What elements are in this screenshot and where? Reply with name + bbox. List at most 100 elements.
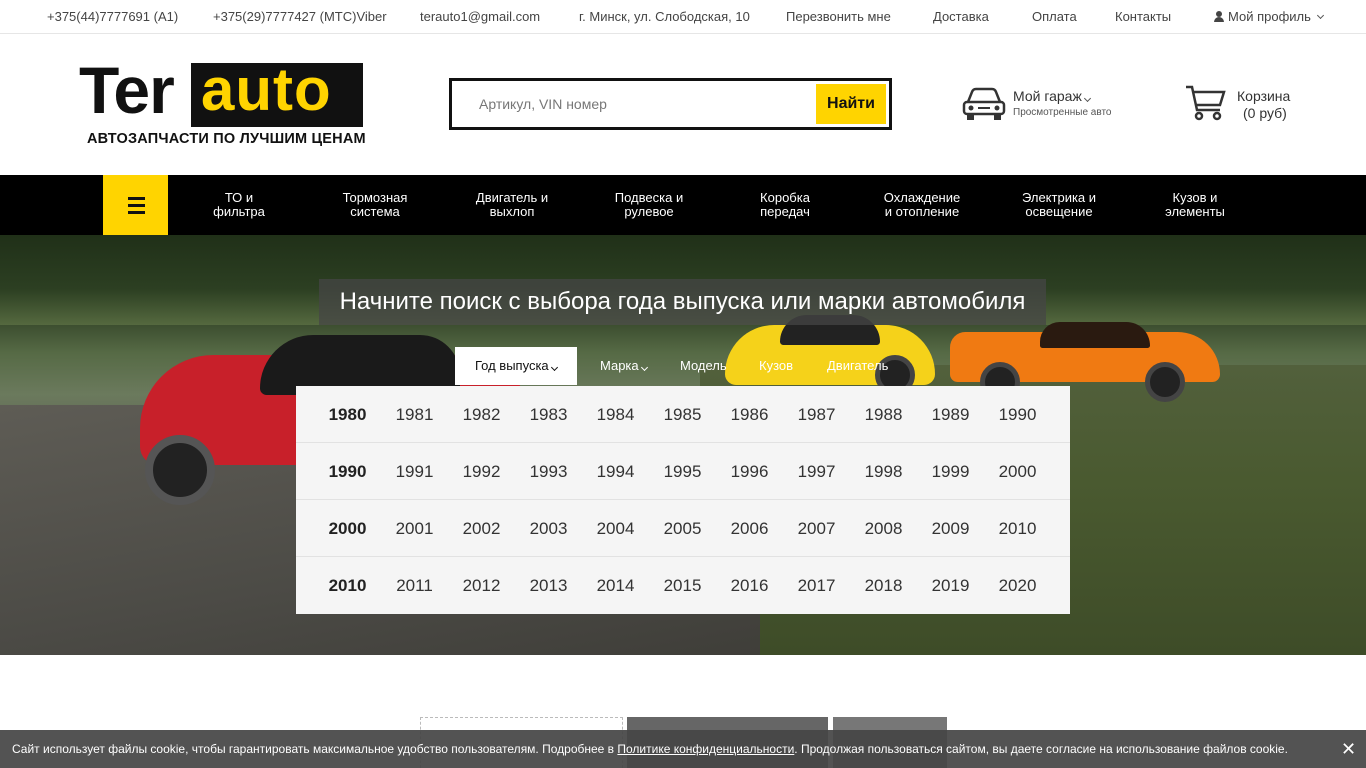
year-option[interactable]: 1993 xyxy=(515,443,582,500)
year-option[interactable]: 2013 xyxy=(515,557,582,614)
year-option[interactable]: 2004 xyxy=(582,500,649,557)
year-option[interactable]: 1981 xyxy=(381,386,448,443)
nav-item-electrics[interactable]: Электрика и освещение xyxy=(1007,191,1111,219)
nav-item-suspension[interactable]: Подвеска и рулевое xyxy=(599,191,699,219)
year-row: 1990 1991 1992 1993 1994 1995 1996 1997 … xyxy=(296,443,1070,500)
year-option[interactable]: 1994 xyxy=(582,443,649,500)
orange-car-image xyxy=(950,317,1220,402)
payment-link[interactable]: Оплата xyxy=(1032,9,1077,24)
decade-label[interactable]: 2000 xyxy=(314,500,381,557)
nav-item-maintenance[interactable]: ТО и фильтра xyxy=(194,191,284,219)
site-logo[interactable]: Ter auto АВТОЗАПЧАСТИ ПО ЛУЧШИМ ЦЕНАМ xyxy=(79,57,366,149)
year-option[interactable]: 1989 xyxy=(917,386,984,443)
year-option[interactable]: 1986 xyxy=(716,386,783,443)
search-button[interactable]: Найти xyxy=(816,84,886,124)
year-option[interactable]: 2007 xyxy=(783,500,850,557)
red-car-wheel xyxy=(145,435,215,505)
user-icon xyxy=(1214,11,1224,22)
year-option[interactable]: 1990 xyxy=(984,386,1051,443)
year-option[interactable]: 1985 xyxy=(649,386,716,443)
cookie-text: Сайт использует файлы cookie, чтобы гара… xyxy=(12,742,618,756)
hero-title: Начните поиск с выбора года выпуска или … xyxy=(319,279,1046,325)
decade-label[interactable]: 1980 xyxy=(314,386,381,443)
privacy-policy-link[interactable]: Политике конфиденциальности xyxy=(617,742,794,756)
year-option[interactable]: 1997 xyxy=(783,443,850,500)
year-option[interactable]: 1991 xyxy=(381,443,448,500)
hamburger-icon-line xyxy=(128,204,145,207)
nav-item-cooling[interactable]: Охлаждение и отопление xyxy=(870,191,974,219)
chevron-down-icon xyxy=(1316,11,1324,19)
year-option[interactable]: 1982 xyxy=(448,386,515,443)
orange-car-wheel xyxy=(1145,362,1185,402)
hamburger-icon-line xyxy=(128,211,145,214)
year-option[interactable]: 2005 xyxy=(649,500,716,557)
year-option[interactable]: 2011 xyxy=(381,557,448,614)
nav-item-gearbox[interactable]: Коробка передач xyxy=(740,191,830,219)
year-option[interactable]: 1988 xyxy=(850,386,917,443)
contacts-link[interactable]: Контакты xyxy=(1115,9,1171,24)
chevron-down-icon xyxy=(550,363,558,372)
email-link[interactable]: terauto1@gmail.com xyxy=(420,9,540,24)
tab-year[interactable]: Год выпуска xyxy=(455,347,577,385)
car-icon xyxy=(962,87,1006,120)
year-option[interactable]: 2014 xyxy=(582,557,649,614)
nav-item-body[interactable]: Кузов и элементы xyxy=(1150,191,1240,219)
year-option[interactable]: 1999 xyxy=(917,443,984,500)
year-option[interactable]: 2009 xyxy=(917,500,984,557)
cart-icon xyxy=(1186,85,1226,121)
phone-a1-link[interactable]: +375(44)7777691 (A1) xyxy=(47,9,178,24)
nav-item-engine[interactable]: Двигатель и выхлоп xyxy=(462,191,562,219)
year-option[interactable]: 2008 xyxy=(850,500,917,557)
year-option[interactable]: 1998 xyxy=(850,443,917,500)
year-option[interactable]: 2001 xyxy=(381,500,448,557)
year-option[interactable]: 1996 xyxy=(716,443,783,500)
phone-mts-link[interactable]: +375(29)7777427 (МТС)Viber xyxy=(213,9,387,24)
chevron-down-icon xyxy=(1083,94,1091,103)
cookie-banner: Сайт использует файлы cookie, чтобы гара… xyxy=(0,730,1366,768)
year-option[interactable]: 2017 xyxy=(783,557,850,614)
cart[interactable]: Корзина (0 руб) xyxy=(1184,84,1314,124)
search-input[interactable] xyxy=(452,81,812,127)
tab-model[interactable]: Модель xyxy=(680,347,727,385)
menu-button[interactable] xyxy=(103,175,168,235)
logo-auto: auto xyxy=(201,56,332,123)
decade-label[interactable]: 1990 xyxy=(314,443,381,500)
year-option[interactable]: 2018 xyxy=(850,557,917,614)
tab-body[interactable]: Кузов xyxy=(759,347,793,385)
orange-car-window xyxy=(1040,322,1150,348)
year-option[interactable]: 2000 xyxy=(984,443,1051,500)
cart-title: Корзина xyxy=(1237,88,1291,104)
year-option[interactable]: 2002 xyxy=(448,500,515,557)
year-option[interactable]: 2016 xyxy=(716,557,783,614)
year-option[interactable]: 1984 xyxy=(582,386,649,443)
delivery-link[interactable]: Доставка xyxy=(933,9,989,24)
callback-link[interactable]: Перезвонить мне xyxy=(786,9,891,24)
year-option[interactable]: 2003 xyxy=(515,500,582,557)
hero-banner: Начните поиск с выбора года выпуска или … xyxy=(0,235,1366,655)
year-option[interactable]: 1983 xyxy=(515,386,582,443)
garage-subtitle: Просмотренные авто xyxy=(1013,107,1112,118)
year-option[interactable]: 2010 xyxy=(984,500,1051,557)
profile-menu[interactable]: Мой профиль xyxy=(1214,9,1324,24)
logo-ter: Ter xyxy=(79,53,175,127)
close-icon[interactable]: ✕ xyxy=(1341,730,1356,768)
year-option[interactable]: 1995 xyxy=(649,443,716,500)
search-bar: Найти xyxy=(449,78,892,130)
year-option[interactable]: 2019 xyxy=(917,557,984,614)
year-row: 2010 2011 2012 2013 2014 2015 2016 2017 … xyxy=(296,557,1070,614)
year-row: 2000 2001 2002 2003 2004 2005 2006 2007 … xyxy=(296,500,1070,557)
year-option[interactable]: 2020 xyxy=(984,557,1051,614)
year-option[interactable]: 1987 xyxy=(783,386,850,443)
nav-item-brakes[interactable]: Тормозная система xyxy=(330,191,420,219)
year-option[interactable]: 2006 xyxy=(716,500,783,557)
year-option[interactable]: 2015 xyxy=(649,557,716,614)
my-garage[interactable]: Мой гараж Просмотренные авто xyxy=(962,86,1122,126)
year-option[interactable]: 1992 xyxy=(448,443,515,500)
tab-brand[interactable]: Марка xyxy=(600,347,648,385)
category-nav: ТО и фильтра Тормозная система Двигатель… xyxy=(0,175,1366,235)
profile-label: Мой профиль xyxy=(1228,9,1311,24)
hamburger-icon xyxy=(128,197,145,200)
year-option[interactable]: 2012 xyxy=(448,557,515,614)
tab-engine[interactable]: Двигатель xyxy=(827,347,888,385)
decade-label[interactable]: 2010 xyxy=(314,557,381,614)
